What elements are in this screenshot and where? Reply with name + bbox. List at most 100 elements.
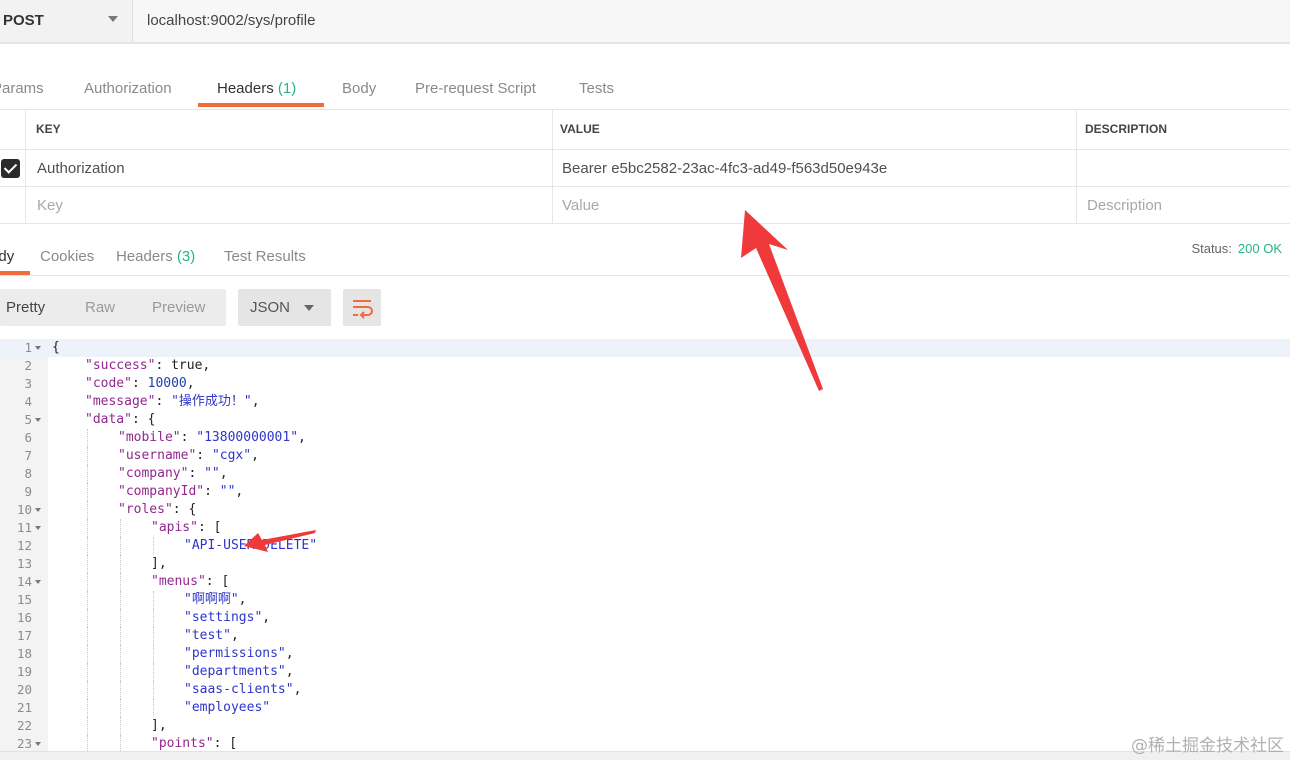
line-number: 17	[16, 628, 32, 643]
json-punctuation: ,	[186, 376, 195, 391]
url-input[interactable]: localhost:9002/sys/profile	[147, 12, 315, 29]
code-line: 12 "API-USER-DELETE"	[0, 537, 1290, 555]
pretty-button[interactable]: Pretty	[6, 299, 45, 316]
code-text: "departments",	[184, 663, 294, 681]
fold-toggle-icon[interactable]	[35, 346, 41, 350]
code-text: "API-USER-DELETE"	[184, 537, 317, 555]
indent-guide	[87, 447, 88, 465]
format-mode-group: Pretty Raw Preview	[0, 289, 226, 326]
tab-response-headers[interactable]: Headers (3)	[116, 248, 195, 265]
code-text: "menus": [	[151, 573, 229, 591]
value-placeholder: Value	[562, 197, 600, 214]
code-line: 6 "mobile": "13800000001",	[0, 429, 1290, 447]
language-select[interactable]: JSON	[238, 289, 331, 326]
json-punctuation: :	[204, 484, 220, 499]
indent-guide	[120, 537, 121, 555]
tab-pre-request-script[interactable]: Pre-request Script	[415, 80, 536, 97]
json-punctuation: : [	[197, 520, 222, 535]
fold-toggle-icon[interactable]	[35, 418, 41, 422]
indent-guide	[153, 627, 154, 645]
code-text: ],	[151, 555, 167, 573]
json-punctuation: ,	[298, 430, 306, 445]
json-string: "permissions"	[184, 646, 286, 661]
json-string: ""	[219, 484, 236, 499]
indent-guide	[87, 483, 88, 501]
column-description-label: DESCRIPTION	[1085, 122, 1168, 136]
bottom-scrollbar[interactable]	[0, 751, 1290, 760]
code-text: "permissions",	[184, 645, 294, 663]
json-string: "13800000001"	[196, 430, 299, 445]
tab-cookies[interactable]: Cookies	[40, 248, 94, 265]
status-indicator: Status: 200 OK	[1191, 241, 1282, 256]
fold-toggle-icon[interactable]	[35, 526, 41, 530]
line-number: 19	[16, 664, 32, 679]
row-enabled-checkbox[interactable]	[1, 159, 20, 178]
code-text: "code": 10000,	[85, 375, 195, 393]
tab-tests[interactable]: Tests	[579, 80, 614, 97]
raw-button[interactable]: Raw	[85, 299, 115, 316]
json-punctuation: ,	[262, 610, 271, 625]
description-input[interactable]: Description	[1076, 187, 1290, 223]
code-text: "啊啊啊",	[184, 591, 246, 609]
method-label: POST	[3, 12, 44, 29]
column-value-label: VALUE	[560, 122, 600, 136]
method-select[interactable]: POST	[0, 0, 133, 42]
tab-authorization[interactable]: Authorization	[84, 80, 172, 97]
indent-guide	[120, 663, 121, 681]
active-tab-indicator	[0, 271, 30, 275]
status-label: Status:	[1191, 241, 1232, 256]
fold-toggle-icon[interactable]	[35, 580, 41, 584]
value-input[interactable]: Value	[552, 187, 1076, 223]
code-text: "employees"	[184, 699, 270, 717]
language-label: JSON	[250, 299, 291, 316]
response-tabs: Body Cookies Headers (3) Test Results St…	[0, 226, 1290, 276]
fold-toggle-icon[interactable]	[35, 742, 41, 746]
json-string: "cgx"	[211, 448, 252, 463]
tab-params[interactable]: Params	[0, 80, 44, 97]
fold-toggle-icon[interactable]	[35, 508, 41, 512]
tab-headers[interactable]: Headers (1)	[217, 80, 296, 97]
json-string: "API-USER-DELETE"	[184, 538, 318, 553]
json-punctuation: :	[196, 448, 212, 463]
line-number: 6	[24, 430, 32, 445]
key-input[interactable]: Key	[25, 187, 552, 223]
json-punctuation: ,	[251, 394, 260, 409]
code-text: "company": "",	[118, 465, 228, 483]
tab-body[interactable]: Body	[342, 80, 376, 97]
key-cell[interactable]: Authorization	[25, 150, 552, 186]
indent-guide	[87, 429, 88, 447]
json-punctuation: : {	[131, 412, 156, 427]
response-body-editor[interactable]: 1{2 "success": true, 3 "code": 10000, 4 "mess…	[0, 339, 1290, 751]
description-cell[interactable]	[1076, 150, 1290, 186]
line-number: 5	[24, 412, 32, 427]
code-text: "points": [	[151, 735, 237, 751]
indent-guide	[120, 609, 121, 627]
column-key-label: KEY	[36, 122, 61, 136]
line-number: 16	[16, 610, 32, 625]
tab-response-body[interactable]: Body	[0, 248, 14, 265]
wrap-lines-button[interactable]	[343, 289, 381, 326]
preview-button[interactable]: Preview	[152, 299, 205, 316]
column-key: KEY	[25, 110, 552, 149]
line-number: 1	[24, 340, 32, 355]
json-key: "success"	[85, 358, 156, 373]
code-line: 8 "company": "",	[0, 465, 1290, 483]
indent-guide	[120, 681, 121, 699]
json-number: 10000	[147, 376, 187, 391]
code-text: "username": "cgx",	[118, 447, 259, 465]
indent-guide	[120, 645, 121, 663]
line-number: 10	[16, 502, 32, 517]
tab-test-results[interactable]: Test Results	[224, 248, 306, 265]
json-punctuation: ],	[151, 556, 167, 571]
json-punctuation: {	[52, 340, 60, 355]
code-text: ],	[151, 717, 167, 735]
value-cell[interactable]: Bearer e5bc2582-23ac-4fc3-ad49-f563d50e9…	[552, 150, 1076, 186]
indent-guide	[87, 627, 88, 645]
indent-guide	[153, 537, 154, 555]
line-number: 7	[24, 448, 32, 463]
indent-guide	[87, 501, 88, 519]
json-punctuation: ,	[230, 628, 239, 643]
wrap-lines-icon	[353, 300, 373, 319]
table-header-row: KEY VALUE DESCRIPTION	[0, 110, 1290, 150]
active-tab-indicator	[198, 103, 324, 107]
